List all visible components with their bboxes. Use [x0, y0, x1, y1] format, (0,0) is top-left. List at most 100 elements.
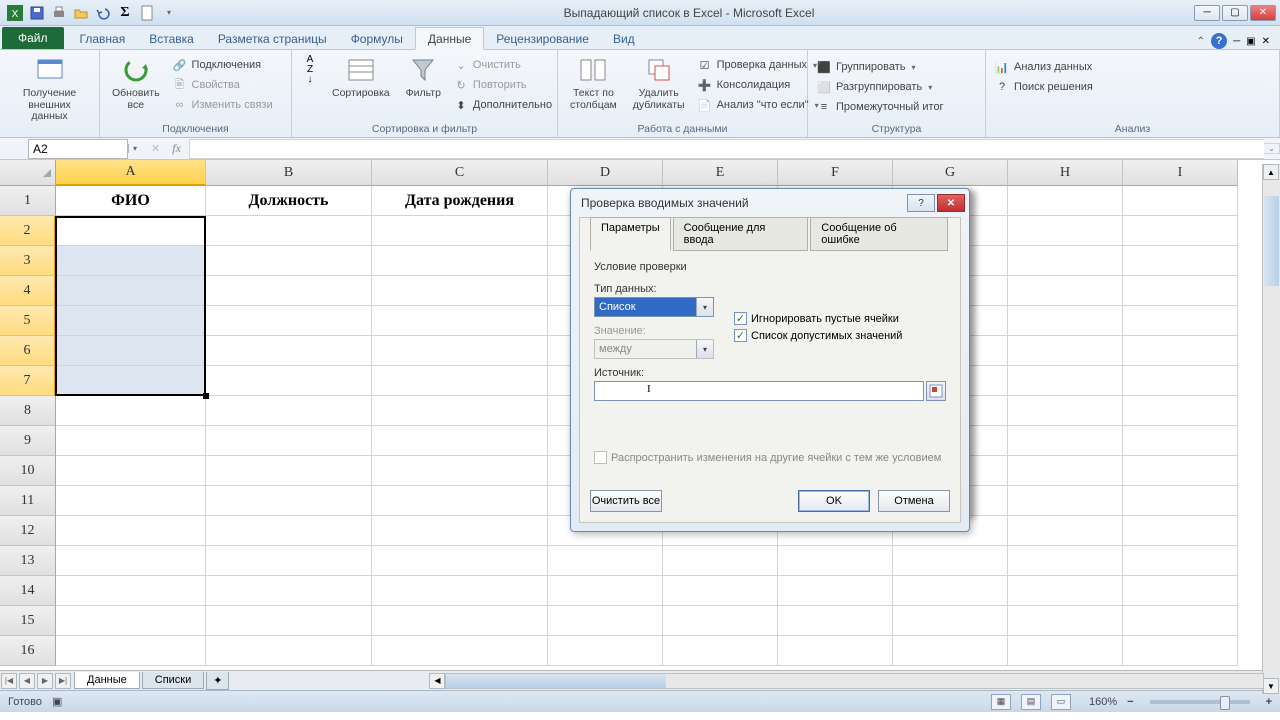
close-button[interactable]: ✕: [1250, 5, 1276, 21]
subtotal-button[interactable]: ≡Промежуточный итог: [814, 98, 946, 116]
row-header[interactable]: 8: [0, 396, 56, 426]
cell[interactable]: [548, 636, 663, 666]
cell[interactable]: [56, 516, 206, 546]
scroll-thumb[interactable]: [446, 674, 666, 688]
new-file-icon[interactable]: [138, 4, 156, 22]
cancel-button[interactable]: Отмена: [878, 490, 950, 512]
maximize-button[interactable]: ▢: [1222, 5, 1248, 21]
cell[interactable]: [1008, 276, 1123, 306]
col-header-A[interactable]: A: [56, 160, 206, 186]
row-header[interactable]: 9: [0, 426, 56, 456]
minimize-button[interactable]: ─: [1194, 5, 1220, 21]
cell[interactable]: [56, 246, 206, 276]
cell[interactable]: [1123, 546, 1238, 576]
zoom-slider[interactable]: [1150, 700, 1250, 704]
cell[interactable]: [1123, 486, 1238, 516]
workbook-restore-icon[interactable]: ▣: [1246, 36, 1255, 47]
cell[interactable]: [778, 606, 893, 636]
cell[interactable]: [893, 576, 1008, 606]
whatif-button[interactable]: 📄Анализ "что если"▾: [695, 96, 821, 114]
col-header-H[interactable]: H: [1008, 160, 1123, 186]
col-header-E[interactable]: E: [663, 160, 778, 186]
cell[interactable]: [372, 606, 548, 636]
cell[interactable]: [206, 576, 372, 606]
cell[interactable]: [1008, 456, 1123, 486]
cell[interactable]: [372, 486, 548, 516]
cell[interactable]: [1008, 426, 1123, 456]
ungroup-button[interactable]: ⬜Разгруппировать▾: [814, 78, 946, 96]
cell[interactable]: [1123, 606, 1238, 636]
help-icon[interactable]: ?: [1211, 33, 1227, 49]
remove-duplicates-button[interactable]: Удалить дубликаты: [627, 52, 691, 113]
cell[interactable]: [56, 306, 206, 336]
cell[interactable]: [56, 486, 206, 516]
cell[interactable]: [372, 576, 548, 606]
cell[interactable]: [1123, 306, 1238, 336]
sort-az-button[interactable]: AZ↓: [298, 52, 322, 88]
tab-view[interactable]: Вид: [601, 28, 647, 49]
checkbox-checked-icon[interactable]: ✓: [734, 312, 747, 325]
cell[interactable]: [1008, 246, 1123, 276]
cell[interactable]: [663, 636, 778, 666]
cell[interactable]: [778, 576, 893, 606]
page-break-view-button[interactable]: ▭: [1051, 694, 1071, 710]
row-header[interactable]: 16: [0, 636, 56, 666]
cell[interactable]: [1123, 276, 1238, 306]
cell[interactable]: [1008, 306, 1123, 336]
zoom-out-button[interactable]: −: [1127, 696, 1133, 708]
tab-review[interactable]: Рецензирование: [484, 28, 601, 49]
data-analysis-button[interactable]: 📊Анализ данных: [992, 58, 1095, 76]
zoom-in-button[interactable]: +: [1266, 696, 1272, 708]
tab-home[interactable]: Главная: [68, 28, 138, 49]
tab-insert[interactable]: Вставка: [137, 28, 206, 49]
row-header[interactable]: 11: [0, 486, 56, 516]
tab-data[interactable]: Данные: [415, 27, 484, 50]
cell[interactable]: [548, 606, 663, 636]
formula-input[interactable]: [189, 139, 1264, 159]
cell[interactable]: [206, 336, 372, 366]
cell[interactable]: [1008, 336, 1123, 366]
cell-A1[interactable]: ФИО: [56, 186, 206, 216]
scroll-thumb[interactable]: [1264, 196, 1279, 286]
cell[interactable]: [1008, 576, 1123, 606]
horizontal-scrollbar[interactable]: [445, 673, 1264, 689]
tab-formulas[interactable]: Формулы: [339, 28, 415, 49]
row-header[interactable]: 3: [0, 246, 56, 276]
cell-B1[interactable]: Должность: [206, 186, 372, 216]
row-header[interactable]: 6: [0, 336, 56, 366]
cell[interactable]: [372, 396, 548, 426]
cell[interactable]: [663, 546, 778, 576]
ok-button[interactable]: OK: [798, 490, 870, 512]
cell[interactable]: [1123, 456, 1238, 486]
cell[interactable]: [56, 216, 206, 246]
print-icon[interactable]: [50, 4, 68, 22]
cell[interactable]: [206, 516, 372, 546]
cell[interactable]: [206, 426, 372, 456]
cell[interactable]: [1008, 606, 1123, 636]
col-header-I[interactable]: I: [1123, 160, 1238, 186]
row-header[interactable]: 2: [0, 216, 56, 246]
cell[interactable]: [372, 216, 548, 246]
cell[interactable]: [372, 366, 548, 396]
cell[interactable]: [1008, 216, 1123, 246]
cell[interactable]: [372, 306, 548, 336]
ignore-blank-checkbox-row[interactable]: ✓ Игнорировать пустые ячейки: [734, 312, 902, 325]
name-box[interactable]: A2: [28, 139, 128, 159]
cell[interactable]: [1008, 516, 1123, 546]
first-sheet-button[interactable]: |◀: [1, 673, 17, 689]
clear-filter-button[interactable]: ⌄Очистить: [451, 56, 554, 74]
properties-button[interactable]: 🖹Свойства: [170, 76, 275, 94]
source-input[interactable]: I: [594, 381, 924, 401]
col-header-D[interactable]: D: [548, 160, 663, 186]
row-header[interactable]: 7: [0, 366, 56, 396]
cell[interactable]: [56, 636, 206, 666]
cell[interactable]: [206, 546, 372, 576]
get-external-data-button[interactable]: Получение внешних данных: [6, 52, 93, 125]
row-header[interactable]: 10: [0, 456, 56, 486]
cell[interactable]: [56, 456, 206, 486]
cell[interactable]: [1123, 246, 1238, 276]
normal-view-button[interactable]: ▦: [991, 694, 1011, 710]
cell[interactable]: [1123, 186, 1238, 216]
cell[interactable]: [372, 546, 548, 576]
prev-sheet-button[interactable]: ◀: [19, 673, 35, 689]
